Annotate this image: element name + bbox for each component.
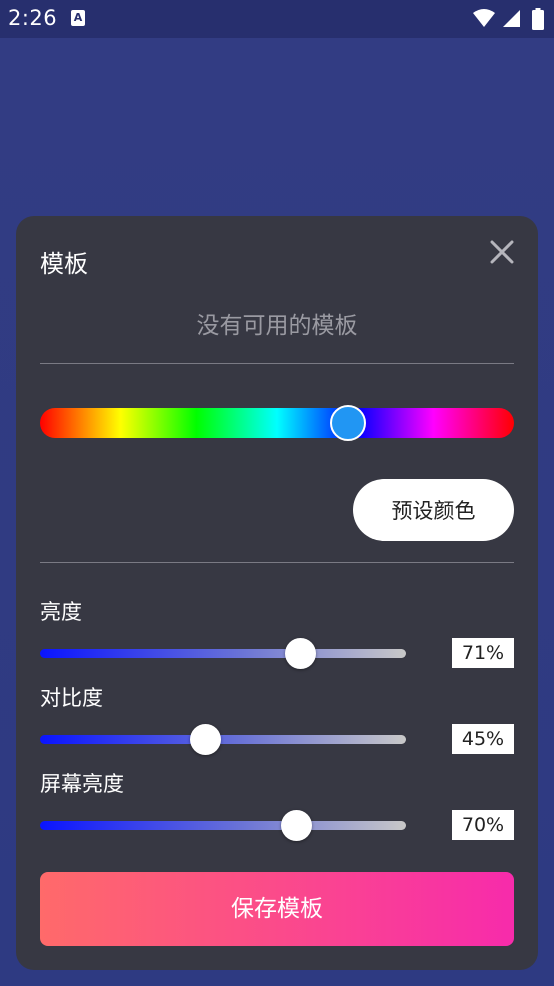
screen-brightness-slider[interactable] [40,810,406,841]
brightness-slider[interactable] [40,638,406,669]
template-panel: 模板 没有可用的模板 预设颜色 亮度 71% 对比度 45% 屏幕亮度 70% … [16,216,538,970]
preset-color-button[interactable]: 预设颜色 [353,479,514,541]
status-bar: 2:26 A [0,0,554,38]
screen-brightness-label: 屏幕亮度 [40,772,124,796]
divider-middle [40,562,514,563]
save-template-button[interactable]: 保存模板 [40,872,514,946]
brightness-slider-thumb[interactable] [284,638,316,669]
panel-title: 模板 [40,250,88,278]
contrast-label: 对比度 [40,686,103,710]
hue-slider[interactable] [40,405,514,441]
signal-icon [502,10,520,27]
status-time: 2:26 [8,6,58,30]
battery-icon [532,8,544,30]
close-icon[interactable] [488,238,516,266]
screen-brightness-value: 70% [452,810,514,840]
hue-slider-thumb[interactable] [330,405,367,441]
contrast-slider-thumb[interactable] [189,724,221,755]
a-icon: A [71,10,85,26]
brightness-value: 71% [452,638,514,668]
status-icons [472,8,544,30]
screen-brightness-slider-thumb[interactable] [281,810,313,841]
brightness-label: 亮度 [40,600,82,624]
contrast-slider[interactable] [40,724,406,755]
divider-top [40,363,514,364]
empty-template-message: 没有可用的模板 [196,313,358,339]
wifi-icon [472,9,495,27]
contrast-value: 45% [452,724,514,754]
